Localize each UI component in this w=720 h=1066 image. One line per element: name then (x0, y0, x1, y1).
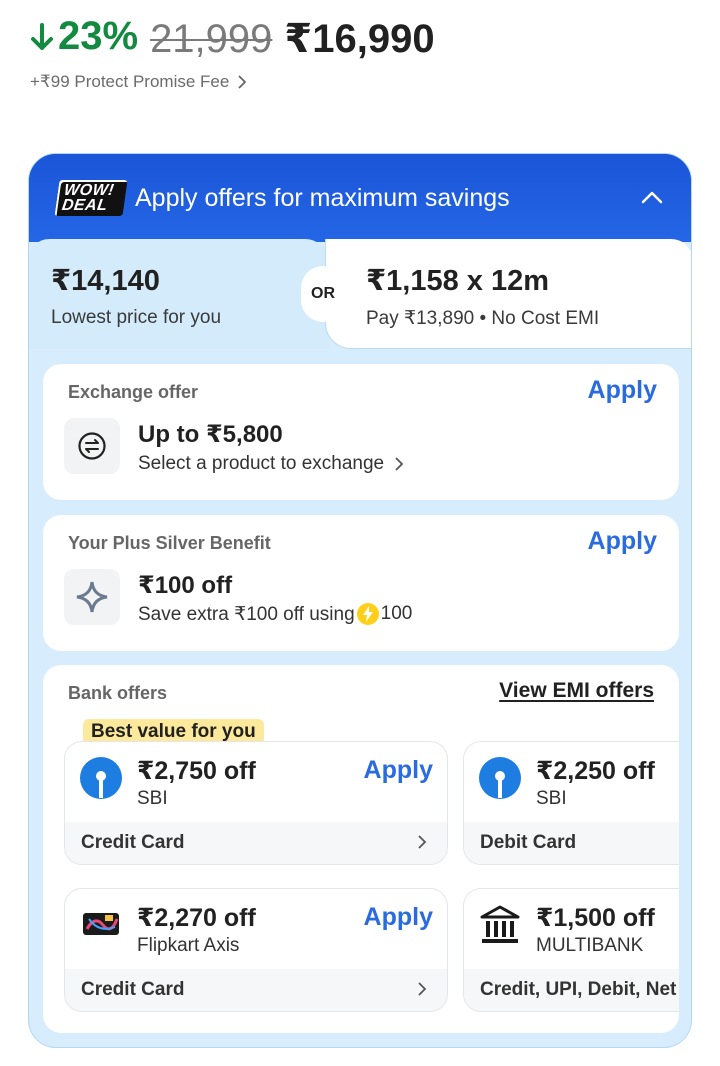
plus-sub: Save extra ₹100 off using 100 (138, 602, 412, 626)
bank-offer-bank: Flipkart Axis (137, 935, 240, 956)
chevron-right-icon (238, 75, 247, 89)
plus-amount: ₹100 off (138, 572, 233, 599)
down-arrow-icon (31, 22, 53, 50)
plus-coins: 100 (380, 603, 413, 624)
bank-offer-amount: ₹2,270 off (137, 904, 256, 932)
or-divider: OR (301, 266, 345, 322)
chevron-right-icon (418, 835, 427, 849)
supercoin-icon (356, 603, 379, 625)
fee-label: +₹99 Protect Promise Fee (30, 72, 230, 91)
lowest-price-label: Lowest price for you (51, 307, 222, 328)
card-type-label: Debit Card (480, 832, 577, 853)
emi-label: Pay ₹13,890 • No Cost EMI (366, 308, 600, 329)
offers-header[interactable]: WOW! DEAL Apply offers for maximum savin… (29, 154, 691, 242)
bank-offer-bank: SBI (536, 788, 567, 809)
sbi-logo-icon (479, 757, 521, 799)
bank-offer-card[interactable]: ₹2,250 off SBI Debit Card (463, 741, 691, 865)
chevron-right-icon (395, 457, 404, 471)
bank-offer-bank: MULTIBANK (536, 935, 644, 956)
offers-card: WOW! DEAL Apply offers for maximum savin… (28, 153, 692, 1048)
card-type-label: Credit, UPI, Debit, Net (480, 979, 677, 1000)
exchange-amount: Up to ₹5,800 (138, 421, 283, 448)
plus-apply-button[interactable]: Apply (588, 527, 657, 556)
exchange-sub[interactable]: Select a product to exchange (138, 453, 404, 475)
chevron-up-icon[interactable] (641, 190, 663, 204)
final-price: ₹16,990 (284, 16, 435, 61)
sparkle-icon (64, 569, 120, 625)
bank-offer-card[interactable]: ₹2,750 off SBI Apply Credit Card (64, 741, 448, 865)
bank-apply-button[interactable]: Apply (364, 903, 433, 932)
exchange-offer-panel[interactable]: Exchange offer Apply Up to ₹5,800 Select… (43, 364, 679, 500)
bank-offer-amount: ₹2,750 off (137, 757, 256, 785)
price-row: 23% 21,999 ₹16,990 (30, 14, 435, 62)
scroll-edge (679, 654, 691, 1047)
emi-tab[interactable]: ₹1,158 x 12m Pay ₹13,890 • No Cost EMI (325, 239, 691, 349)
deal-text: DEAL (60, 197, 109, 214)
wow-deal-badge: WOW! DEAL (54, 180, 128, 216)
lowest-price-tab[interactable]: ₹14,140 Lowest price for you (29, 239, 329, 349)
plus-benefit-panel[interactable]: Your Plus Silver Benefit Apply ₹100 off … (43, 515, 679, 651)
flipkart-axis-card-icon (83, 913, 119, 935)
card-type-label: Credit Card (81, 832, 185, 853)
mrp-price: 21,999 (150, 16, 273, 61)
bank-offer-amount: ₹1,500 off (536, 904, 655, 932)
bank-offer-card[interactable]: ₹1,500 off MULTIBANK Credit, UPI, Debit,… (463, 888, 691, 1012)
view-emi-offers-link[interactable]: View EMI offers (499, 679, 654, 703)
bank-offer-amount: ₹2,250 off (536, 757, 655, 785)
exchange-title: Exchange offer (68, 382, 199, 402)
plus-title: Your Plus Silver Benefit (68, 533, 271, 553)
discount-value: 23% (58, 14, 139, 58)
exchange-apply-button[interactable]: Apply (588, 376, 657, 405)
lowest-price: ₹14,140 (51, 265, 160, 297)
card-type-label: Credit Card (81, 979, 185, 1000)
chevron-right-icon (418, 982, 427, 996)
exchange-sub-text: Select a product to exchange (138, 453, 385, 474)
bank-apply-button[interactable]: Apply (364, 756, 433, 785)
sbi-logo-icon (80, 757, 122, 799)
offers-title: Apply offers for maximum savings (135, 184, 510, 212)
exchange-icon (64, 418, 120, 474)
emi-price: ₹1,158 x 12m (366, 265, 550, 297)
plus-sub-text: Save extra ₹100 off using (138, 603, 355, 625)
protect-promise-fee[interactable]: +₹99 Protect Promise Fee (30, 72, 247, 92)
bank-building-icon (480, 905, 520, 943)
discount: 23% (30, 14, 138, 59)
bank-offer-bank: SBI (137, 788, 168, 809)
wow-text: WOW! (62, 182, 116, 199)
bank-title: Bank offers (68, 683, 168, 703)
bank-offer-card[interactable]: ₹2,270 off Flipkart Axis Apply Credit Ca… (64, 888, 448, 1012)
